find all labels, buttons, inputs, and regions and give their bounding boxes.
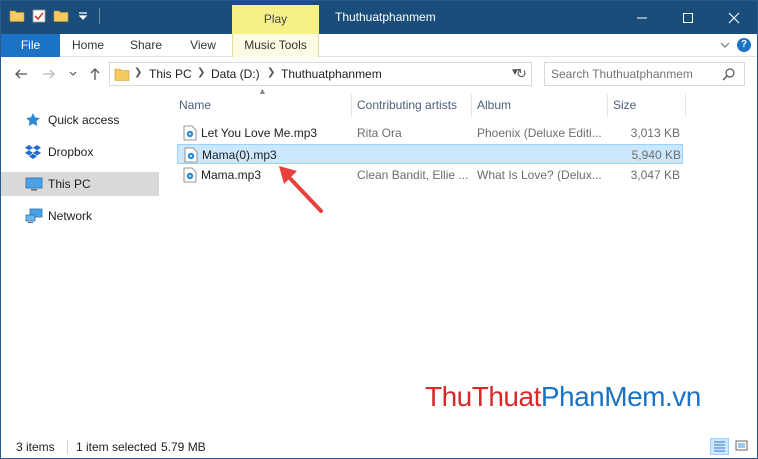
column-divider[interactable] bbox=[607, 94, 608, 116]
recent-locations-button[interactable] bbox=[65, 66, 81, 82]
navigation-pane: Quick access Dropbox This PC Network bbox=[1, 92, 159, 432]
sidebar-item-label: Dropbox bbox=[48, 145, 94, 159]
forward-arrow-icon bbox=[43, 69, 55, 79]
annotation-arrow-icon bbox=[279, 166, 323, 213]
sidebar-item-label: Quick access bbox=[48, 113, 120, 127]
chevron-down-icon bbox=[69, 71, 77, 76]
watermark-part: .vn bbox=[664, 381, 701, 412]
file-artist: Rita Ora bbox=[357, 126, 402, 140]
minimize-icon bbox=[637, 17, 647, 18]
sidebar-item-quick-access[interactable]: Quick access bbox=[1, 108, 159, 132]
tab-share[interactable]: Share bbox=[118, 34, 174, 57]
status-divider bbox=[67, 440, 68, 454]
expand-ribbon-icon[interactable] bbox=[719, 39, 731, 51]
back-button[interactable] bbox=[13, 66, 29, 82]
help-icon[interactable]: ? bbox=[737, 38, 751, 52]
tab-file[interactable]: File bbox=[1, 34, 60, 57]
refresh-button[interactable]: ↻ bbox=[512, 62, 532, 86]
network-icon bbox=[25, 208, 43, 227]
file-size: 3,047 KB bbox=[630, 168, 680, 182]
minimize-button[interactable] bbox=[619, 1, 665, 34]
contextual-tab-play: Play bbox=[232, 5, 319, 34]
audio-file-icon bbox=[184, 147, 198, 166]
close-button[interactable] bbox=[711, 1, 757, 34]
status-bar: 3 items 1 item selected 5.79 MB bbox=[1, 435, 757, 458]
watermark-logo: ThuThuatPhanMem.vn bbox=[425, 381, 701, 413]
maximize-icon bbox=[683, 12, 693, 23]
dropbox-icon bbox=[25, 144, 41, 163]
column-header-album[interactable]: Album bbox=[477, 92, 511, 118]
column-divider[interactable] bbox=[471, 94, 472, 116]
sidebar-item-label: Network bbox=[48, 209, 93, 223]
file-artist: Clean Bandit, Ellie ... bbox=[357, 168, 469, 182]
breadcrumb-current-folder[interactable]: Thuthuatphanmem bbox=[281, 67, 382, 81]
computer-icon bbox=[25, 176, 43, 195]
sidebar-item-label: This PC bbox=[48, 177, 91, 191]
up-arrow-icon bbox=[90, 68, 100, 80]
file-name: Let You Love Me.mp3 bbox=[201, 126, 318, 140]
tab-view[interactable]: View bbox=[177, 34, 229, 57]
window-title: Thuthuatphanmem bbox=[335, 10, 436, 24]
status-selection-size: 5.79 MB bbox=[161, 440, 206, 454]
column-header-contributing-artists[interactable]: Contributing artists bbox=[357, 92, 457, 118]
quick-access-toolbar bbox=[9, 8, 100, 24]
refresh-icon: ↻ bbox=[516, 66, 527, 81]
status-selection: 1 item selected bbox=[76, 440, 157, 454]
folder-icon bbox=[114, 67, 130, 84]
file-album: Phoenix (Deluxe Editi... bbox=[477, 126, 602, 140]
back-arrow-icon bbox=[15, 69, 27, 79]
watermark-part: Thu bbox=[425, 381, 472, 412]
large-icons-view-button[interactable] bbox=[733, 438, 752, 455]
breadcrumb-separator-icon[interactable]: ❯ bbox=[197, 67, 205, 78]
search-box[interactable] bbox=[544, 62, 745, 86]
large-icons-view-icon bbox=[735, 440, 748, 451]
column-header-name[interactable]: Name bbox=[179, 92, 211, 118]
maximize-button[interactable] bbox=[665, 1, 711, 34]
sidebar-item-this-pc[interactable]: This PC bbox=[1, 172, 159, 196]
star-icon bbox=[25, 112, 41, 131]
audio-file-icon bbox=[183, 167, 197, 186]
breadcrumb-separator-icon[interactable]: ❯ bbox=[134, 67, 142, 78]
tab-home[interactable]: Home bbox=[61, 34, 115, 57]
breadcrumb-data-drive[interactable]: Data (D:) bbox=[211, 67, 260, 81]
column-divider[interactable] bbox=[351, 94, 352, 116]
audio-file-icon bbox=[183, 125, 197, 144]
sort-ascending-icon: ▲ bbox=[258, 86, 267, 96]
file-album: What Is Love? (Delux... bbox=[477, 168, 602, 182]
folder-icon[interactable] bbox=[9, 8, 25, 24]
close-icon bbox=[728, 12, 740, 23]
search-input[interactable] bbox=[551, 66, 716, 82]
title-bar: Play Thuthuatphanmem bbox=[1, 1, 757, 34]
watermark-part: PhanMem bbox=[540, 381, 666, 412]
search-icon bbox=[722, 67, 736, 84]
qat-divider bbox=[99, 8, 100, 24]
details-view-button[interactable] bbox=[710, 438, 729, 455]
table-row-selected[interactable]: Mama(0).mp3 5,940 KB bbox=[177, 144, 683, 164]
up-button[interactable] bbox=[87, 66, 103, 82]
sidebar-item-network[interactable]: Network bbox=[1, 204, 159, 228]
tab-music-tools[interactable]: Music Tools bbox=[232, 34, 319, 57]
customize-qat-icon[interactable] bbox=[75, 8, 91, 24]
table-row[interactable]: Let You Love Me.mp3 Rita Ora Phoenix (De… bbox=[177, 123, 683, 143]
file-name: Mama.mp3 bbox=[201, 168, 262, 182]
column-header-size[interactable]: Size bbox=[613, 92, 636, 118]
breadcrumb-this-pc[interactable]: This PC bbox=[149, 67, 192, 81]
new-folder-icon[interactable] bbox=[53, 8, 69, 24]
ribbon-tabs: File Home Share View Music Tools ? bbox=[1, 34, 757, 57]
forward-button[interactable] bbox=[41, 66, 57, 82]
file-size: 3,013 KB bbox=[630, 126, 680, 140]
address-bar[interactable]: ❯ This PC ❯ Data (D:) ❯ Thuthuatphanmem … bbox=[109, 62, 532, 86]
breadcrumb-separator-icon[interactable]: ❯ bbox=[267, 67, 275, 78]
file-explorer-window: Play Thuthuatphanmem File Home Share Vie… bbox=[0, 0, 758, 459]
column-divider[interactable] bbox=[685, 94, 686, 116]
status-item-count: 3 items bbox=[16, 440, 55, 454]
watermark-part: Thuat bbox=[471, 381, 542, 412]
properties-icon[interactable] bbox=[31, 8, 47, 24]
address-row: ❯ This PC ❯ Data (D:) ❯ Thuthuatphanmem … bbox=[1, 58, 757, 91]
sidebar-item-dropbox[interactable]: Dropbox bbox=[1, 140, 159, 164]
table-row[interactable]: Mama.mp3 Clean Bandit, Ellie ... What Is… bbox=[177, 165, 683, 185]
file-name: Mama(0).mp3 bbox=[202, 148, 277, 162]
file-size: 5,940 KB bbox=[631, 148, 681, 162]
details-view-icon bbox=[714, 441, 725, 452]
